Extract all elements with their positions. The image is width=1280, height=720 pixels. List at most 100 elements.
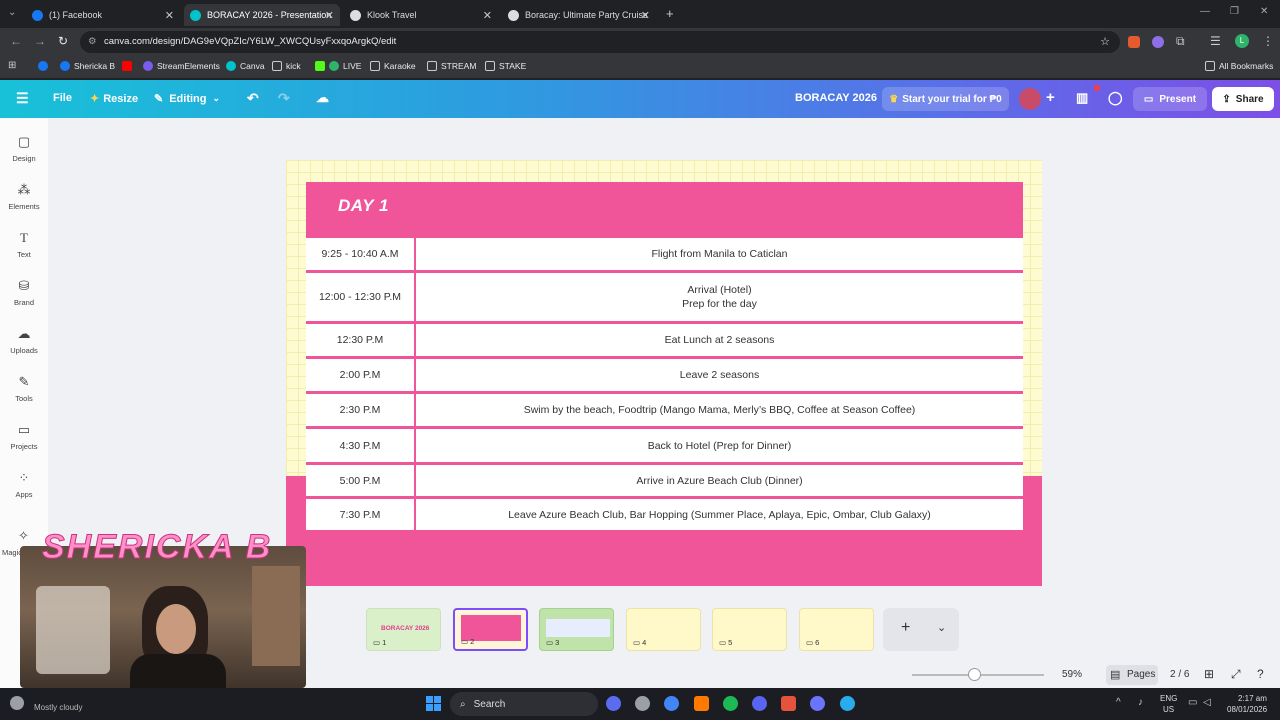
grid-view-icon[interactable]: ⊞	[1204, 667, 1214, 681]
spotify-icon[interactable]	[723, 696, 738, 711]
bookmark-facebook-icon[interactable]	[38, 61, 52, 71]
forward-icon[interactable]: →	[34, 34, 46, 48]
tab-list-icon[interactable]: ☰	[1210, 34, 1221, 48]
app-icon[interactable]	[781, 696, 796, 711]
tab-search-icon[interactable]: ⌄	[8, 7, 16, 18]
tab-facebook[interactable]: (1) Facebook ✕	[26, 4, 180, 26]
app-icon[interactable]	[810, 696, 825, 711]
page-thumbnail-2[interactable]: ▭ 2	[453, 608, 528, 651]
table-row[interactable]: 7:30 P.M Leave Azure Beach Club, Bar Hop…	[306, 499, 1023, 530]
bookmark-karaoke[interactable]: Karaoke	[370, 61, 416, 71]
bookmark-shericka[interactable]: Shericka B	[60, 61, 115, 71]
page-thumbnail-4[interactable]: ▭ 4	[626, 608, 701, 651]
settings-icon[interactable]	[635, 696, 650, 711]
page-counter[interactable]: 2 / 6	[1170, 669, 1189, 680]
windows-start-icon[interactable]	[426, 696, 442, 712]
bookmark-kick[interactable]: kick	[272, 61, 301, 71]
slide-canvas[interactable]: DAY 1 9:25 - 10:40 A.M Flight from Manil…	[286, 160, 1042, 586]
time-cell[interactable]: 4:30 P.M	[306, 429, 414, 462]
all-bookmarks[interactable]: All Bookmarks	[1205, 61, 1273, 71]
maximize-icon[interactable]: ❐	[1230, 6, 1239, 17]
cloud-save-icon[interactable]: ☁	[316, 90, 329, 106]
sidebar-item-brand[interactable]: ⛁ Brand	[0, 278, 48, 307]
discord-icon[interactable]	[752, 696, 767, 711]
table-row[interactable]: 5:00 P.M Arrive in Azure Beach Club (Din…	[306, 465, 1023, 496]
sidebar-item-text[interactable]: T Text	[0, 230, 48, 259]
close-icon[interactable]: ✕	[483, 9, 492, 22]
bookmark-live[interactable]: LIVE	[315, 61, 361, 71]
add-collaborator-icon[interactable]: +	[1046, 89, 1055, 106]
page-thumbnail-3[interactable]: ▭ 3	[539, 608, 614, 651]
bookmark-youtube-icon[interactable]	[122, 61, 136, 71]
sidebar-item-apps[interactable]: ⁘ Apps	[0, 470, 48, 499]
editing-mode-button[interactable]: ✎ Editing ⌄	[154, 92, 220, 106]
activity-cell[interactable]: Leave 2 seasons	[416, 359, 1023, 391]
time-cell[interactable]: 9:25 - 10:40 A.M	[306, 238, 414, 270]
close-icon[interactable]: ✕	[165, 9, 174, 22]
activity-cell[interactable]: Flight from Manila to Caticlan	[416, 238, 1023, 270]
activity-cell[interactable]: Arrive in Azure Beach Club (Dinner)	[416, 465, 1023, 496]
table-row[interactable]: 4:30 P.M Back to Hotel (Prep for Dinner)	[306, 429, 1023, 462]
fullscreen-icon[interactable]: ⤢	[1231, 667, 1241, 682]
activity-cell[interactable]: Back to Hotel (Prep for Dinner)	[416, 429, 1023, 462]
resize-button[interactable]: ✦ Resize	[90, 92, 138, 106]
present-button[interactable]: ▭ Present	[1133, 87, 1207, 111]
time-cell[interactable]: 2:00 P.M	[306, 359, 414, 391]
weather-icon[interactable]	[10, 696, 24, 710]
page-thumbnail-6[interactable]: ▭ 6	[799, 608, 874, 651]
url-input[interactable]: ⚙ canva.com/design/DAG9eVQpZIc/Y6LW_XWCQ…	[80, 31, 1120, 53]
bookmark-stream[interactable]: STREAM	[427, 61, 476, 71]
add-page-button[interactable]: + ⌄	[883, 608, 959, 651]
file-menu[interactable]: File	[53, 92, 72, 104]
insights-chart-icon[interactable]: ▥	[1076, 90, 1088, 106]
table-row[interactable]: 12:00 - 12:30 P.M Arrival (Hotel) Prep fo…	[306, 273, 1023, 321]
start-trial-button[interactable]: ♛ Start your trial for ₱0	[882, 87, 1009, 111]
close-icon[interactable]: ✕	[641, 9, 650, 22]
sidebar-item-uploads[interactable]: ☁ Uploads	[0, 326, 48, 355]
bookmark-stake[interactable]: STAKE	[485, 61, 526, 71]
bookmark-star-icon[interactable]: ☆	[1100, 31, 1110, 53]
time-cell[interactable]: 7:30 P.M	[306, 499, 414, 530]
tray-chevron-icon[interactable]: ^	[1116, 697, 1121, 708]
share-button[interactable]: ⇪ Share	[1212, 87, 1274, 111]
close-window-icon[interactable]: ✕	[1260, 6, 1268, 17]
extension-icon[interactable]	[1128, 36, 1140, 48]
sidebar-item-elements[interactable]: ⁂ Elements	[0, 182, 48, 211]
telegram-icon[interactable]	[840, 696, 855, 711]
activity-cell[interactable]: Eat Lunch at 2 seasons	[416, 324, 1023, 356]
browser-menu-icon[interactable]: ⋮	[1262, 34, 1274, 48]
help-icon[interactable]: ?	[1257, 667, 1264, 681]
microphone-icon[interactable]: ♪	[1138, 697, 1143, 708]
site-info-icon[interactable]: ⚙	[88, 31, 97, 53]
time-cell[interactable]: 12:00 - 12:30 P.M	[306, 273, 414, 321]
bookmark-streamelements[interactable]: StreamElements	[143, 61, 220, 71]
table-row[interactable]: 12:30 P.M Eat Lunch at 2 seasons	[306, 324, 1023, 356]
comment-icon[interactable]: ◯	[1108, 90, 1123, 106]
tab-boracay-cruise[interactable]: Boracay: Ultimate Party Cruise I ✕	[502, 4, 656, 26]
sidebar-item-projects[interactable]: ▭ Projects	[0, 422, 48, 451]
minimize-icon[interactable]: —	[1200, 6, 1210, 17]
chevron-down-icon[interactable]: ⌄	[937, 621, 946, 634]
taskbar-search[interactable]: ⌕ Search	[450, 692, 598, 716]
activity-cell[interactable]: Swim by the beach, Foodtrip (Mango Mama,…	[416, 394, 1023, 426]
page-thumbnail-1[interactable]: BORACAY 2026 ▭ 1	[366, 608, 441, 651]
time-cell[interactable]: 5:00 P.M	[306, 465, 414, 496]
table-row[interactable]: 9:25 - 10:40 A.M Flight from Manila to C…	[306, 238, 1023, 270]
network-icon[interactable]: ▭	[1188, 697, 1197, 708]
bookmark-canva[interactable]: Canva	[226, 61, 265, 71]
itinerary-table[interactable]: DAY 1 9:25 - 10:40 A.M Flight from Manil…	[306, 182, 1023, 530]
user-avatar[interactable]	[1019, 88, 1041, 110]
back-icon[interactable]: ←	[10, 34, 22, 48]
tab-canva[interactable]: BORACAY 2026 - Presentation ✕	[184, 4, 340, 26]
chrome-icon[interactable]	[664, 696, 679, 711]
language-label[interactable]: ENG	[1160, 694, 1177, 703]
sidebar-item-design[interactable]: ▢ Design	[0, 134, 48, 163]
tab-klook[interactable]: Klook Travel ✕	[344, 4, 498, 26]
apps-grid-icon[interactable]: ⊞	[8, 60, 16, 71]
volume-icon[interactable]: ◁	[1203, 697, 1211, 708]
design-title[interactable]: BORACAY 2026	[795, 92, 877, 104]
app-icon[interactable]	[694, 696, 709, 711]
extension-icon[interactable]	[1152, 36, 1164, 48]
sidebar-item-tools[interactable]: ✎ Tools	[0, 374, 48, 403]
redo-icon[interactable]: ↷	[278, 90, 290, 107]
